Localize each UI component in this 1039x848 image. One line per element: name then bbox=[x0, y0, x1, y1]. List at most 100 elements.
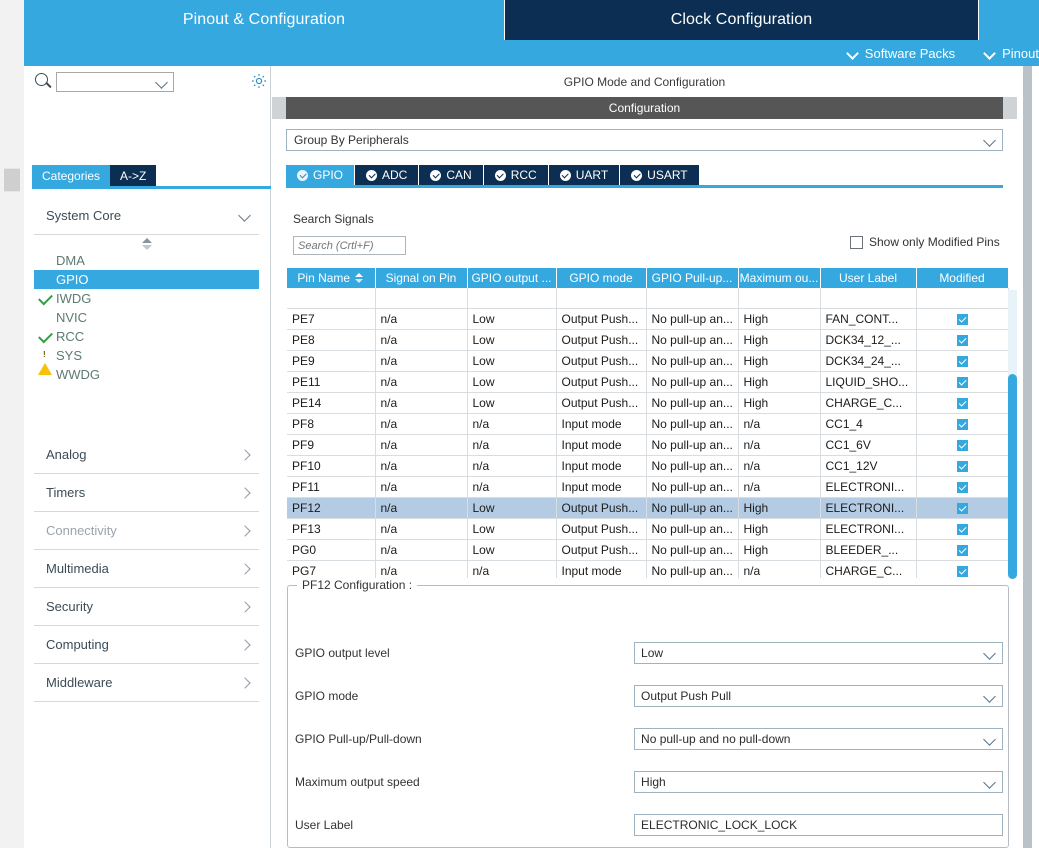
cell-modified[interactable] bbox=[916, 350, 1009, 372]
sidebar-search-combo[interactable] bbox=[56, 72, 174, 92]
modified-checkbox[interactable] bbox=[956, 356, 968, 368]
main-panel-scrollbar-track[interactable] bbox=[1023, 66, 1032, 848]
tab-clock-configuration[interactable]: Clock Configuration bbox=[504, 0, 979, 40]
cell-output bbox=[467, 288, 557, 309]
modified-checkbox[interactable] bbox=[956, 503, 968, 515]
cell-modified[interactable] bbox=[916, 392, 1009, 414]
modified-checkbox[interactable] bbox=[956, 314, 968, 326]
sidebar-item-rcc[interactable]: RCC bbox=[34, 327, 259, 346]
modified-checkbox[interactable] bbox=[956, 377, 968, 389]
cell-modified[interactable] bbox=[916, 539, 1009, 561]
tab-gpio[interactable]: GPIO bbox=[286, 165, 356, 185]
tree-scroll-spinner[interactable] bbox=[34, 235, 259, 251]
column-header-signal-on-pin[interactable]: Signal on Pin bbox=[375, 268, 468, 288]
menu-pinout[interactable]: Pinout bbox=[985, 46, 1039, 61]
sidebar-item-gpio[interactable]: GPIO bbox=[34, 270, 259, 289]
cell-modified[interactable] bbox=[916, 518, 1009, 540]
column-header-modified[interactable]: Modified bbox=[916, 268, 1009, 288]
tab-a-to-z[interactable]: A->Z bbox=[110, 165, 157, 186]
table-row[interactable]: PE14 n/a Low Output Push... No pull-up a… bbox=[287, 392, 1009, 414]
user-label-input[interactable]: ELECTRONIC_LOCK_LOCK bbox=[634, 814, 1003, 836]
table-row[interactable]: PF10 n/a n/a Input mode No pull-up an...… bbox=[287, 455, 1009, 477]
search-signals-input[interactable] bbox=[293, 236, 406, 255]
modified-checkbox[interactable] bbox=[956, 419, 968, 431]
column-header-maximum-output[interactable]: Maximum ou... bbox=[738, 268, 821, 288]
tab-categories[interactable]: Categories bbox=[32, 165, 111, 186]
tab-pinout-configuration[interactable]: Pinout & Configuration bbox=[24, 0, 504, 40]
modified-checkbox[interactable] bbox=[956, 398, 968, 410]
cell-mode: Output Push... bbox=[556, 371, 647, 393]
cell-modified[interactable] bbox=[916, 497, 1009, 519]
table-row[interactable]: PE8 n/a Low Output Push... No pull-up an… bbox=[287, 329, 1009, 351]
sidebar-group-security[interactable]: Security bbox=[34, 588, 259, 626]
sidebar-group-multimedia[interactable]: Multimedia bbox=[34, 550, 259, 588]
cell-speed bbox=[738, 288, 821, 309]
table-row[interactable]: PE9 n/a Low Output Push... No pull-up an… bbox=[287, 350, 1009, 372]
column-header-user-label[interactable]: User Label bbox=[820, 268, 917, 288]
menu-software-packs[interactable]: Software Packs bbox=[848, 46, 955, 61]
tab-can[interactable]: CAN bbox=[419, 165, 484, 185]
modified-checkbox[interactable] bbox=[956, 440, 968, 452]
modified-checkbox[interactable] bbox=[956, 545, 968, 557]
column-header-gpio-mode[interactable]: GPIO mode bbox=[556, 268, 647, 288]
modified-checkbox[interactable] bbox=[956, 566, 968, 578]
cell-modified[interactable] bbox=[916, 413, 1009, 435]
group-by-select[interactable]: Group By Peripherals bbox=[286, 129, 1003, 151]
table-row[interactable]: PF11 n/a n/a Input mode No pull-up an...… bbox=[287, 476, 1009, 498]
tab-rcc[interactable]: RCC bbox=[483, 165, 549, 185]
modified-checkbox[interactable] bbox=[956, 335, 968, 347]
cell-modified[interactable] bbox=[916, 434, 1009, 456]
modified-checkbox[interactable] bbox=[956, 524, 968, 536]
cell-signal: n/a bbox=[375, 392, 468, 414]
main-panel-scrollbar[interactable] bbox=[1021, 66, 1034, 848]
gpio-pullup-pulldown-select[interactable]: No pull-up and no pull-down bbox=[634, 728, 1003, 750]
cell-modified[interactable] bbox=[916, 329, 1009, 351]
cell-modified[interactable] bbox=[916, 371, 1009, 393]
column-header-gpio-output[interactable]: GPIO output ... bbox=[467, 268, 557, 288]
sidebar-group-computing[interactable]: Computing bbox=[34, 626, 259, 664]
modified-checkbox[interactable] bbox=[956, 482, 968, 494]
sidebar-item-dma[interactable]: DMA bbox=[34, 251, 259, 270]
cell-speed: High bbox=[738, 392, 821, 414]
sidebar-group-analog[interactable]: Analog bbox=[34, 436, 259, 474]
pin-table-scrollbar[interactable] bbox=[1008, 290, 1017, 579]
sidebar-group-connectivity[interactable]: Connectivity bbox=[34, 512, 259, 550]
cell-modified[interactable] bbox=[916, 560, 1009, 578]
sidebar-item-sys[interactable]: SYS bbox=[34, 346, 259, 375]
sidebar-group-timers[interactable]: Timers bbox=[34, 474, 259, 512]
sidebar-item-iwdg[interactable]: IWDG bbox=[34, 289, 259, 308]
sidebar-group-middleware[interactable]: Middleware bbox=[34, 664, 259, 702]
table-row[interactable]: PE11 n/a Low Output Push... No pull-up a… bbox=[287, 371, 1009, 393]
tab-usart[interactable]: USART bbox=[620, 165, 700, 185]
table-row[interactable]: PF9 n/a n/a Input mode No pull-up an... … bbox=[287, 434, 1009, 456]
sidebar-item-nvic[interactable]: NVIC bbox=[34, 308, 259, 327]
pin-table-container[interactable]: Pin Name Signal on Pin GPIO output ... G… bbox=[287, 268, 1017, 578]
show-only-modified-pins-row[interactable]: Show only Modified Pins bbox=[850, 235, 1000, 249]
table-row[interactable]: PG7 n/a n/a Input mode No pull-up an... … bbox=[287, 560, 1009, 578]
show-only-modified-pins-checkbox[interactable] bbox=[850, 235, 863, 249]
table-row[interactable]: PF8 n/a n/a Input mode No pull-up an... … bbox=[287, 413, 1009, 435]
gpio-mode-select[interactable]: Output Push Pull bbox=[634, 685, 1003, 707]
gpio-output-level-select[interactable]: Low bbox=[634, 642, 1003, 664]
cell-mode: Output Push... bbox=[556, 308, 647, 330]
column-header-pin-name[interactable]: Pin Name bbox=[287, 268, 376, 288]
sidebar-item-wwdg[interactable]: WWDG bbox=[34, 365, 259, 384]
maximum-output-speed-select[interactable]: High bbox=[634, 771, 1003, 793]
sidebar-group-system-core[interactable]: System Core bbox=[34, 197, 259, 235]
tab-uart[interactable]: UART bbox=[548, 165, 621, 185]
pin-table-scrollbar-thumb[interactable] bbox=[1008, 374, 1017, 579]
tab-overflow[interactable] bbox=[979, 0, 1039, 40]
table-row[interactable]: PF13 n/a Low Output Push... No pull-up a… bbox=[287, 518, 1009, 540]
table-row[interactable]: PE7 n/a Low Output Push... No pull-up an… bbox=[287, 308, 1009, 330]
modified-checkbox[interactable] bbox=[956, 461, 968, 473]
gear-icon[interactable] bbox=[250, 72, 268, 90]
splitter-handle[interactable] bbox=[4, 168, 20, 192]
table-row-selected[interactable]: PF12 n/a Low Output Push... No pull-up a… bbox=[287, 497, 1009, 519]
table-row[interactable]: PG0 n/a Low Output Push... No pull-up an… bbox=[287, 539, 1009, 561]
tab-adc[interactable]: ADC bbox=[355, 165, 420, 185]
column-header-gpio-pullup[interactable]: GPIO Pull-up... bbox=[646, 268, 739, 288]
cell-modified[interactable] bbox=[916, 455, 1009, 477]
cell-modified[interactable] bbox=[916, 476, 1009, 498]
table-row-partial[interactable] bbox=[287, 288, 1009, 309]
cell-modified[interactable] bbox=[916, 308, 1009, 330]
